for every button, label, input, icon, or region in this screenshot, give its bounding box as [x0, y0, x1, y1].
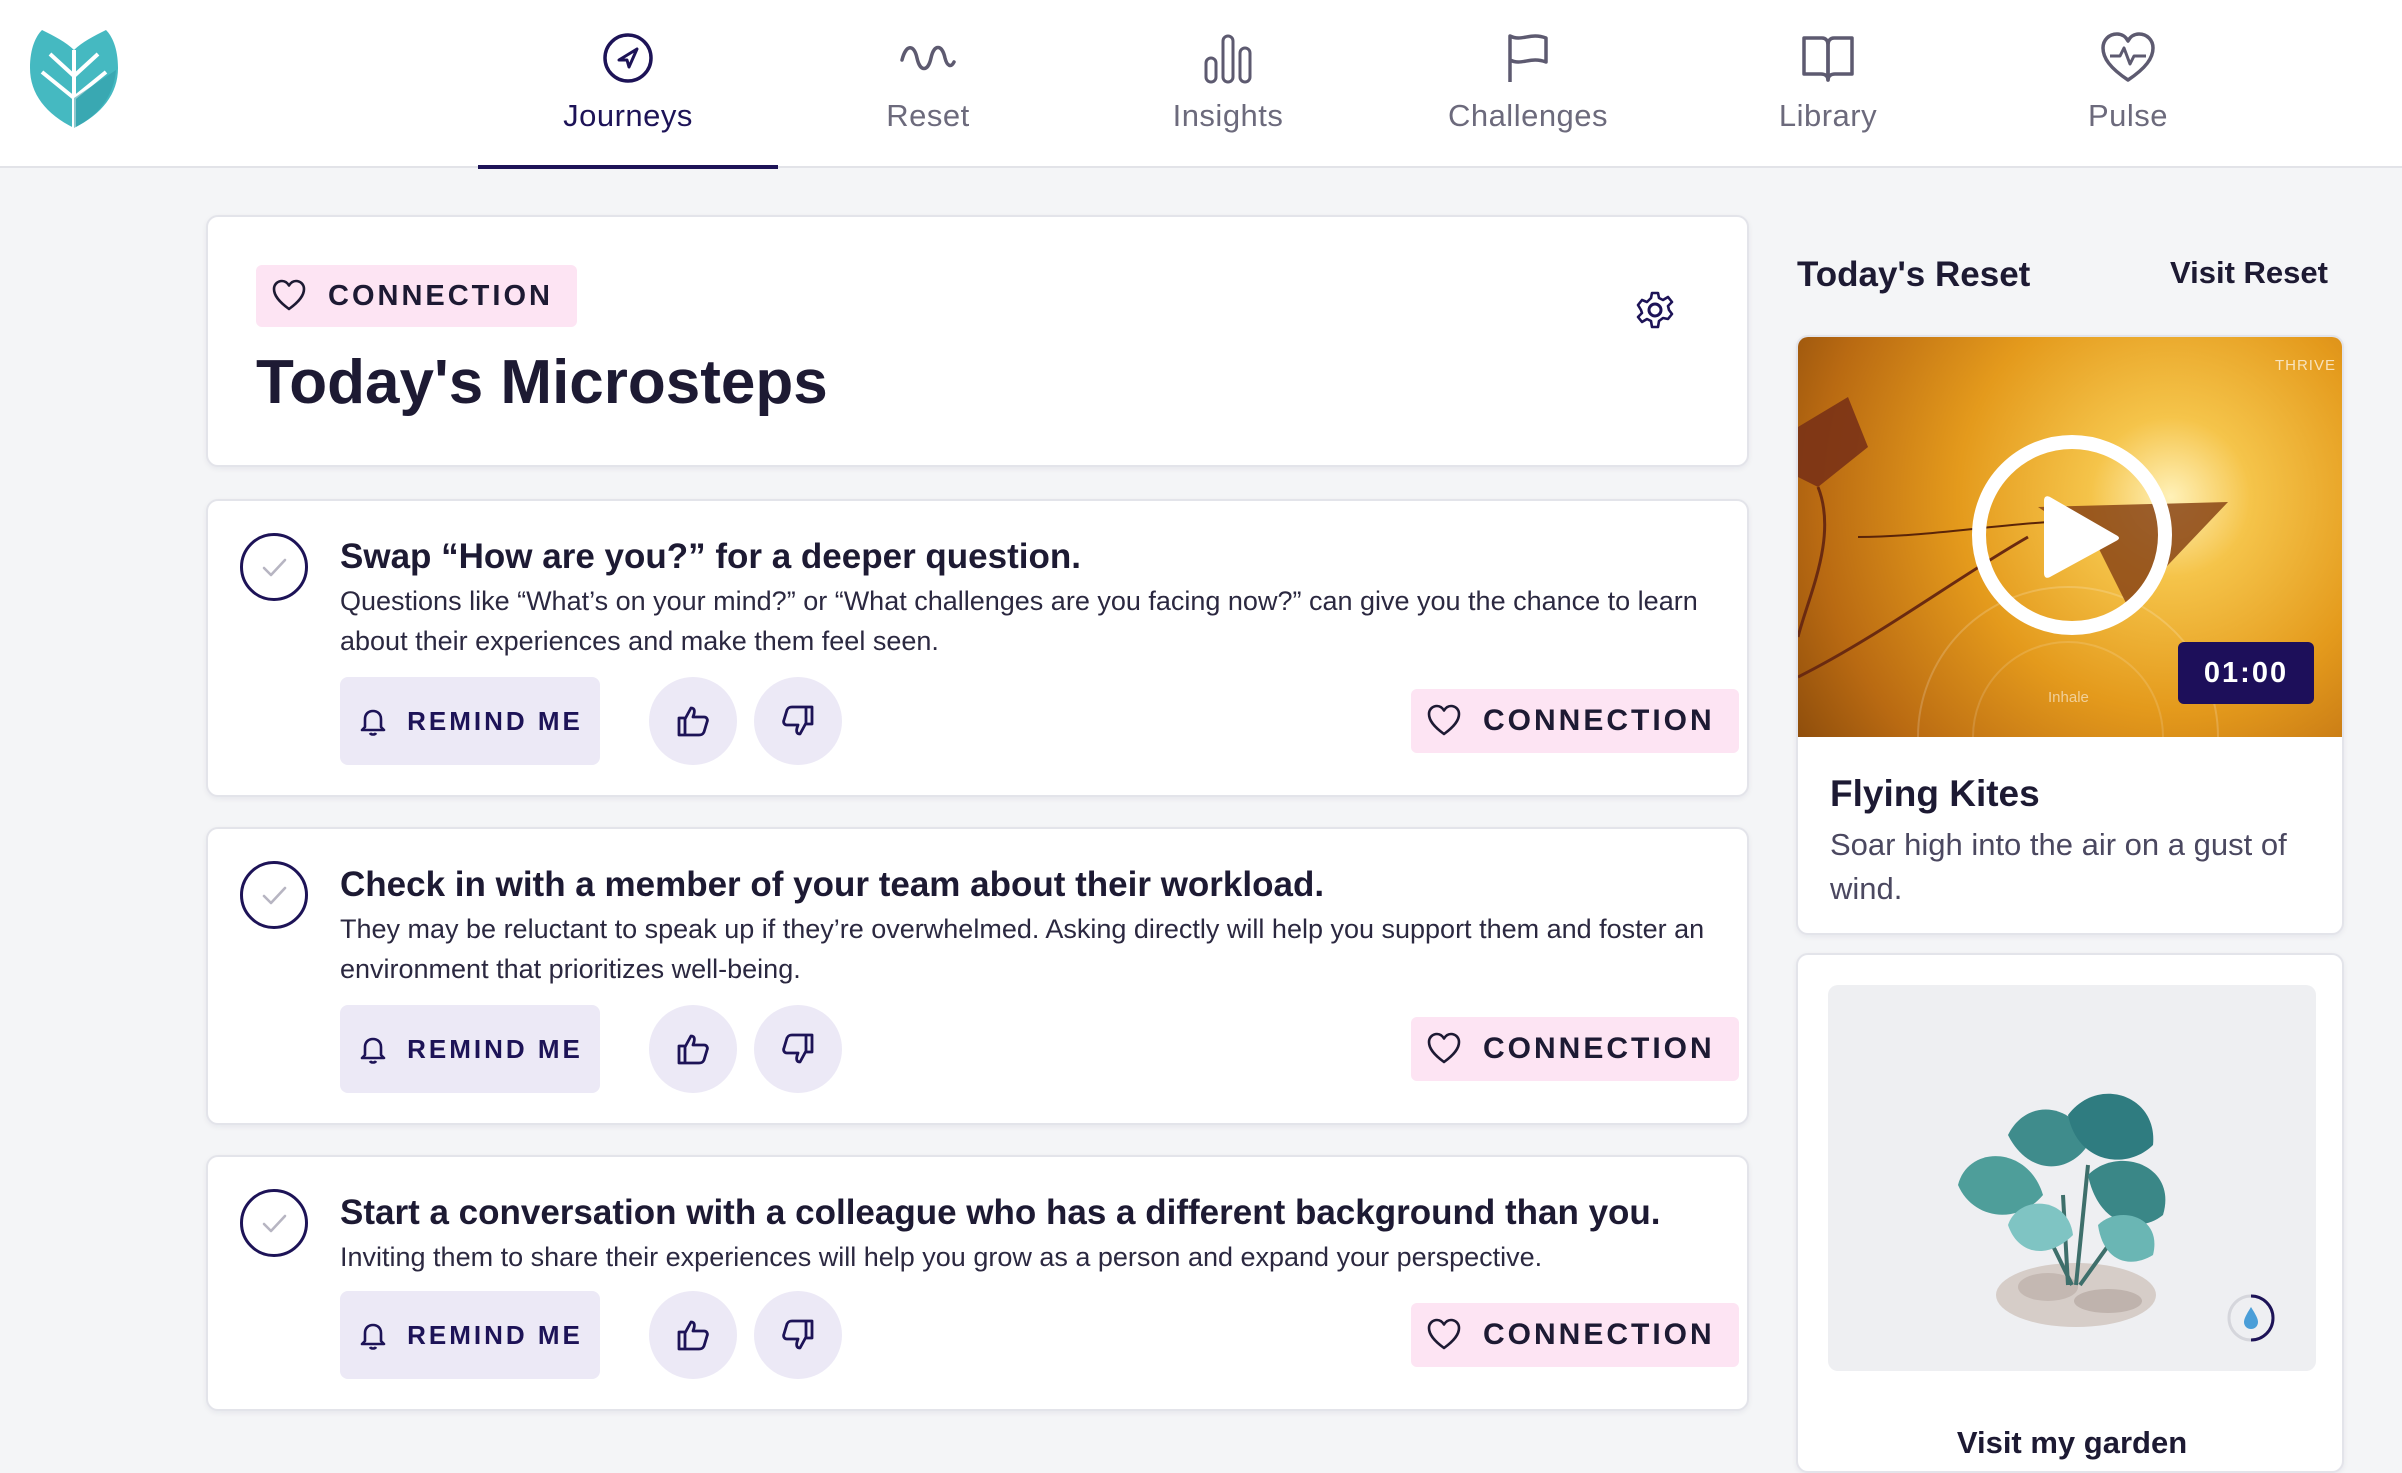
heart-icon: [1427, 1032, 1461, 1064]
remind-me-label: REMIND ME: [407, 1033, 583, 1064]
nav-reset[interactable]: Reset: [778, 0, 1078, 168]
microstep-title: Start a conversation with a colleague wh…: [340, 1193, 1661, 1232]
thumbs-up-button[interactable]: [649, 1005, 737, 1093]
reset-video-card[interactable]: THRIVE Inhale 01:00 Flying Kites Soar hi…: [1796, 335, 2344, 935]
nav-challenges[interactable]: Challenges: [1378, 0, 1678, 168]
plant-illustration: [1958, 1093, 2166, 1327]
thumbs-down-button[interactable]: [754, 677, 842, 765]
remind-me-label: REMIND ME: [407, 705, 583, 736]
brand-watermark: THRIVE: [2274, 357, 2336, 374]
play-button[interactable]: [1972, 435, 2172, 635]
compass-icon: [603, 33, 653, 83]
thumbs-down-icon: [782, 1319, 814, 1350]
heart-icon: [272, 279, 306, 311]
thumbs-down-button[interactable]: [754, 1005, 842, 1093]
remind-me-label: REMIND ME: [407, 1319, 583, 1350]
bell-icon: [360, 709, 386, 736]
microstep-description: Questions like “What’s on your mind?” or…: [340, 586, 1698, 656]
bell-icon: [360, 1323, 386, 1350]
check-icon: [262, 1214, 287, 1233]
thumbs-up-icon: [677, 706, 709, 737]
thrive-logo-icon[interactable]: [28, 28, 120, 132]
tag-label: CONNECTION: [1483, 1032, 1715, 1065]
nav-journeys[interactable]: Journeys: [478, 0, 778, 169]
thumbs-down-button[interactable]: [754, 1291, 842, 1379]
heart-icon: [1427, 1318, 1461, 1350]
remind-me-button[interactable]: REMIND ME: [340, 677, 600, 765]
remind-me-button[interactable]: REMIND ME: [340, 1291, 600, 1379]
book-icon: [1802, 36, 1854, 82]
connection-tag: CONNECTION: [1411, 1017, 1739, 1081]
complete-checkbox[interactable]: [240, 861, 308, 929]
microstep-title: Check in with a member of your team abou…: [340, 865, 1325, 904]
thumbs-up-button[interactable]: [649, 677, 737, 765]
nav-library[interactable]: Library: [1678, 0, 1978, 168]
thumbs-up-button[interactable]: [649, 1291, 737, 1379]
check-icon: [262, 558, 287, 577]
connection-tag: CONNECTION: [1411, 689, 1739, 753]
video-title: Flying Kites: [1830, 773, 2040, 814]
nav-label: Library: [1778, 98, 1878, 133]
microstep-description: Inviting them to share their experiences…: [340, 1242, 1543, 1272]
flag-icon: [1508, 34, 1548, 82]
microsteps-header-card: CONNECTION Today's Microsteps: [206, 215, 1749, 467]
play-icon: [2044, 496, 2119, 578]
connection-tag: CONNECTION: [256, 265, 577, 327]
nav-label: Reset: [886, 98, 970, 133]
heart-icon: [1427, 704, 1461, 736]
nav-pulse[interactable]: Pulse: [1978, 0, 2278, 168]
bar-chart-icon: [1204, 34, 1252, 84]
tag-label: CONNECTION: [1483, 1318, 1715, 1351]
nav-label: Challenges: [1447, 98, 1609, 133]
water-drop-icon[interactable]: [2226, 1293, 2276, 1343]
connection-tag: CONNECTION: [1411, 1303, 1739, 1367]
complete-checkbox[interactable]: [240, 1189, 308, 1257]
video-thumbnail[interactable]: THRIVE Inhale 01:00: [1798, 337, 2342, 737]
gear-icon[interactable]: [1636, 291, 1674, 329]
complete-checkbox[interactable]: [240, 533, 308, 601]
garden-card[interactable]: Visit my garden: [1796, 953, 2344, 1473]
thumbs-up-icon: [677, 1320, 709, 1351]
nav-insights[interactable]: Insights: [1078, 0, 1378, 168]
bell-icon: [360, 1037, 386, 1064]
top-navigation: Journeys Reset Insights Challenges Libra…: [0, 0, 2402, 169]
page-title: Today's Microsteps: [256, 348, 828, 417]
thumbs-down-icon: [782, 1033, 814, 1064]
visit-garden-link[interactable]: Visit my garden: [1798, 1425, 2342, 1461]
nav-label: Insights: [1172, 98, 1284, 133]
todays-reset-heading: Today's Reset: [1797, 255, 2031, 294]
check-icon: [262, 886, 287, 905]
microstep-card: Swap “How are you?” for a deeper questio…: [206, 499, 1749, 797]
nav-label: Pulse: [2087, 98, 2169, 133]
visit-reset-link[interactable]: Visit Reset: [2170, 255, 2328, 291]
thumbs-up-icon: [677, 1034, 709, 1065]
wave-icon: [900, 45, 956, 71]
nav-label: Journeys: [563, 98, 693, 133]
microstep-card: Start a conversation with a colleague wh…: [206, 1155, 1749, 1411]
microstep-card: Check in with a member of your team abou…: [206, 827, 1749, 1125]
video-description: Soar high into the air on a gust of wind…: [1830, 827, 2287, 906]
thumbs-down-icon: [782, 705, 814, 736]
remind-me-button[interactable]: REMIND ME: [340, 1005, 600, 1093]
video-duration: 01:00: [2178, 642, 2314, 704]
microstep-description: They may be reluctant to speak up if the…: [340, 914, 1705, 984]
heart-pulse-icon: [2101, 32, 2155, 82]
microstep-title: Swap “How are you?” for a deeper questio…: [340, 537, 1081, 576]
overlay-text: Inhale: [2048, 689, 2089, 706]
garden-preview[interactable]: [1828, 985, 2316, 1371]
tag-label: CONNECTION: [328, 279, 553, 312]
tag-label: CONNECTION: [1483, 704, 1715, 737]
